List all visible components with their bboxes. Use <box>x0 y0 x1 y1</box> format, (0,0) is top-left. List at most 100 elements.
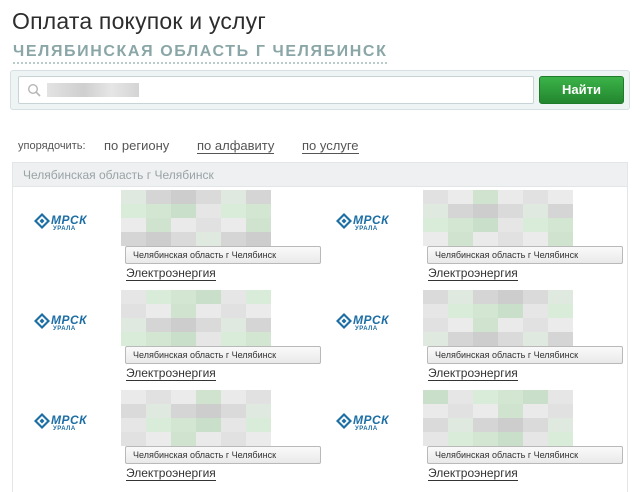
logo-text-sub: УРАЛА <box>53 426 76 432</box>
provider-region-select[interactable]: Челябинская область г Челябинск <box>125 346 321 364</box>
provider-card[interactable]: МРСК УРАЛА Челябинская область г Челябин… <box>315 390 623 486</box>
sort-by-alphabet[interactable]: по алфавиту <box>197 138 275 154</box>
redaction-pixel <box>498 318 523 332</box>
provider-region-select[interactable]: Челябинская область г Челябинск <box>427 446 623 464</box>
redaction-pixel <box>548 418 573 432</box>
redaction-pixel <box>498 332 523 346</box>
redaction-pixel <box>473 304 498 318</box>
redaction-pixel <box>473 218 498 232</box>
search-input[interactable] <box>143 79 523 101</box>
redaction-pixel <box>473 190 498 204</box>
provider-card[interactable]: МРСК УРАЛА Челябинская область г Челябин… <box>315 190 623 286</box>
redaction-pixel <box>448 418 473 432</box>
mrsk-logo-icon <box>34 313 50 329</box>
redaction-pixel <box>121 432 146 446</box>
results-panel: Челябинская область г Челябинск МРСК УРА… <box>12 162 628 492</box>
redaction-pixel <box>246 418 271 432</box>
redaction-pixel <box>221 404 246 418</box>
page-title: Оплата покупок и услуг <box>12 8 266 34</box>
redaction-pixel <box>146 218 171 232</box>
redaction-pixel <box>121 418 146 432</box>
provider-category-link[interactable]: Электроэнергия <box>428 467 518 481</box>
redaction-pixel <box>171 290 196 304</box>
redaction-pixel <box>221 232 246 246</box>
provider-logo[interactable]: МРСК УРАЛА <box>33 212 95 238</box>
redaction-pixel <box>146 332 171 346</box>
mrsk-logo-icon <box>336 413 352 429</box>
redaction-pixel <box>171 332 196 346</box>
redaction-pixel <box>246 318 271 332</box>
redaction-pixel <box>246 190 271 204</box>
redaction-pixel <box>146 190 171 204</box>
mrsk-logo-icon <box>34 413 50 429</box>
search-field[interactable] <box>18 76 534 104</box>
region-selector-link[interactable]: ЧЕЛЯБИНСКАЯ ОБЛАСТЬ Г ЧЕЛЯБИНСК <box>13 43 388 64</box>
redaction-pixel <box>523 404 548 418</box>
provider-category-link[interactable]: Электроэнергия <box>428 367 518 381</box>
redaction-pixel <box>196 318 221 332</box>
provider-logo[interactable]: МРСК УРАЛА <box>335 312 397 338</box>
provider-region-select[interactable]: Челябинская область г Челябинск <box>427 346 623 364</box>
provider-category-link[interactable]: Электроэнергия <box>126 367 216 381</box>
redaction-pixel <box>171 318 196 332</box>
redaction-pixel <box>196 232 221 246</box>
logo-text-sub: УРАЛА <box>53 326 76 332</box>
redaction-pixel <box>423 304 448 318</box>
sort-by-service[interactable]: по услуге <box>302 138 359 154</box>
mrsk-logo-icon <box>336 313 352 329</box>
redaction-pixel <box>196 332 221 346</box>
redaction-pixel <box>548 304 573 318</box>
redaction-pixel <box>196 404 221 418</box>
redaction-pixel <box>196 218 221 232</box>
redaction-pixel <box>196 290 221 304</box>
redaction-pixel <box>498 218 523 232</box>
redaction-pixel <box>548 204 573 218</box>
provider-region-select[interactable]: Челябинская область г Челябинск <box>427 246 623 264</box>
redaction-pixel <box>121 290 146 304</box>
provider-card[interactable]: МРСК УРАЛА Челябинская область г Челябин… <box>13 390 321 486</box>
provider-card[interactable]: МРСК УРАЛА Челябинская область г Челябин… <box>13 190 321 286</box>
redaction-pixel <box>448 290 473 304</box>
redacted-provider-name <box>423 190 573 246</box>
redaction-pixel <box>246 232 271 246</box>
redaction-pixel <box>448 332 473 346</box>
redaction-pixel <box>498 204 523 218</box>
provider-category-link[interactable]: Электроэнергия <box>126 267 216 281</box>
provider-logo[interactable]: МРСК УРАЛА <box>33 412 95 438</box>
provider-region-select[interactable]: Челябинская область г Челябинск <box>125 246 321 264</box>
redaction-pixel <box>448 232 473 246</box>
redaction-pixel <box>171 390 196 404</box>
sort-by-region[interactable]: по региону <box>104 138 169 153</box>
logo-text-main: МРСК <box>51 413 88 427</box>
redaction-pixel <box>196 390 221 404</box>
redaction-pixel <box>221 318 246 332</box>
redaction-pixel <box>146 204 171 218</box>
provider-category-link[interactable]: Электроэнергия <box>126 467 216 481</box>
redacted-provider-name <box>121 190 271 246</box>
redaction-pixel <box>473 418 498 432</box>
provider-logo[interactable]: МРСК УРАЛА <box>335 412 397 438</box>
redaction-pixel <box>423 418 448 432</box>
redaction-pixel <box>423 390 448 404</box>
provider-region-select[interactable]: Челябинская область г Челябинск <box>125 446 321 464</box>
redaction-pixel <box>498 190 523 204</box>
search-button[interactable]: Найти <box>539 76 624 104</box>
redaction-pixel <box>196 418 221 432</box>
redaction-pixel <box>548 190 573 204</box>
provider-card[interactable]: МРСК УРАЛА Челябинская область г Челябин… <box>13 290 321 386</box>
provider-logo[interactable]: МРСК УРАЛА <box>335 212 397 238</box>
redaction-pixel <box>473 318 498 332</box>
redaction-pixel <box>473 232 498 246</box>
provider-card[interactable]: МРСК УРАЛА Челябинская область г Челябин… <box>315 290 623 386</box>
redaction-pixel <box>246 304 271 318</box>
redaction-pixel <box>473 390 498 404</box>
logo-text-sub: УРАЛА <box>355 426 378 432</box>
redaction-pixel <box>171 418 196 432</box>
logo-text-main: МРСК <box>353 213 390 227</box>
redaction-pixel <box>121 218 146 232</box>
redaction-pixel <box>473 290 498 304</box>
provider-category-link[interactable]: Электроэнергия <box>428 267 518 281</box>
redaction-pixel <box>221 290 246 304</box>
provider-logo[interactable]: МРСК УРАЛА <box>33 312 95 338</box>
redaction-pixel <box>448 304 473 318</box>
